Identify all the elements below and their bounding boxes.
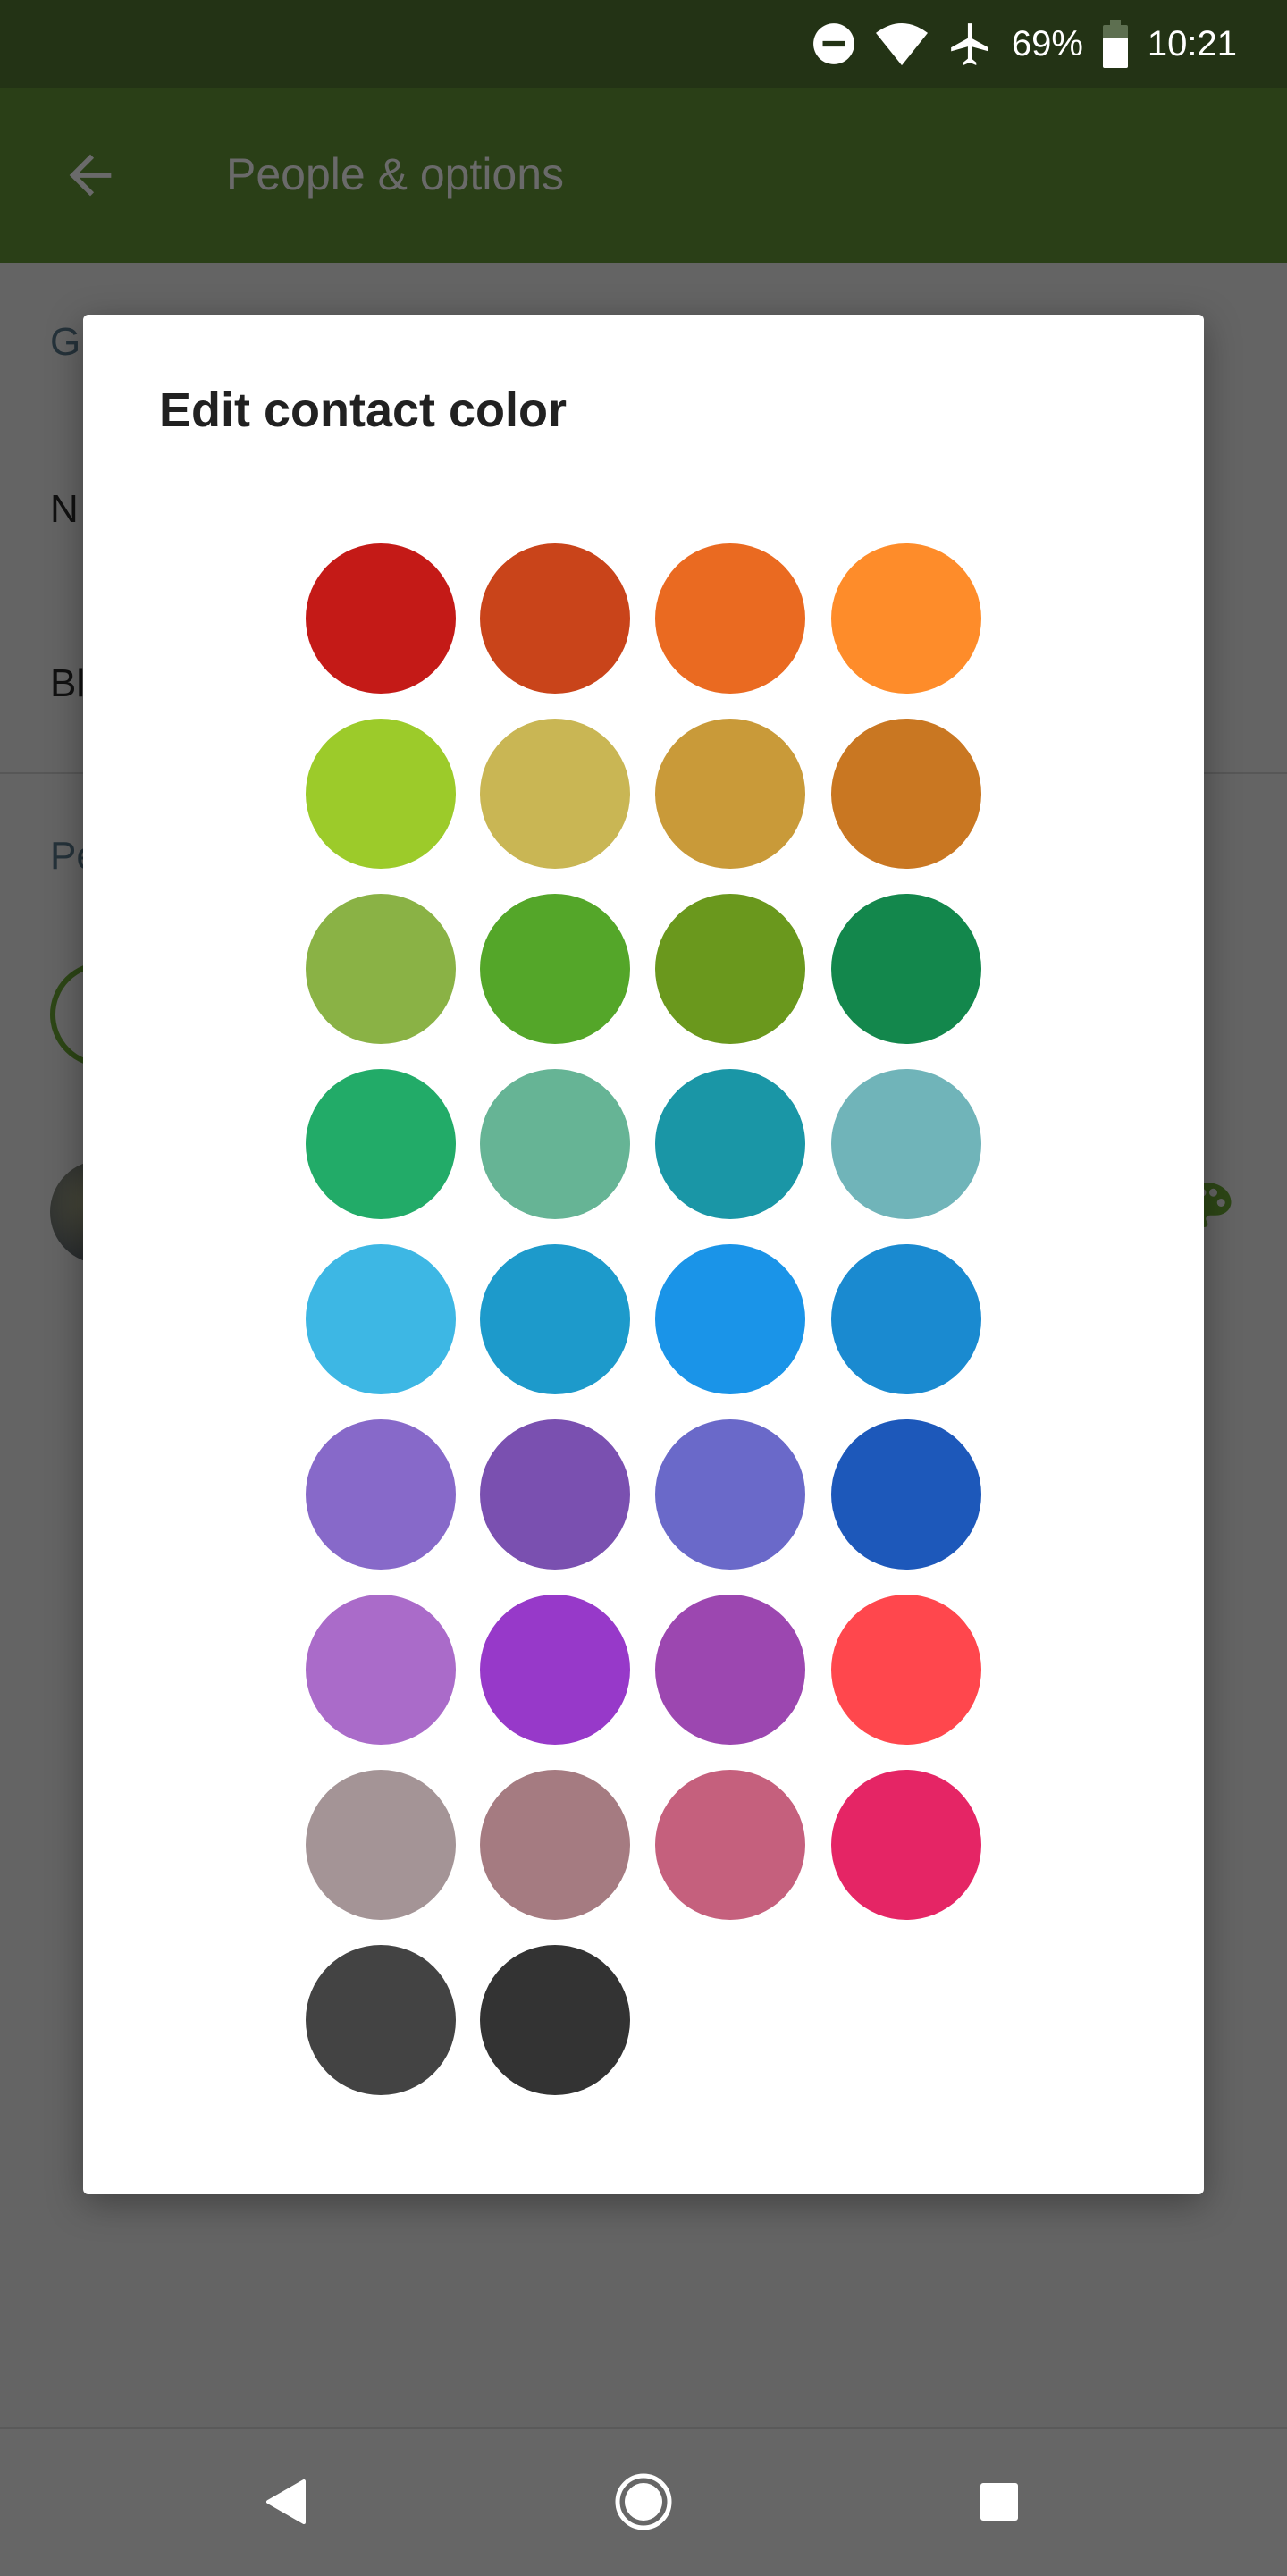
navigation-bar: [0, 2427, 1287, 2576]
setting-item-block: Bl: [50, 661, 86, 705]
color-swatch[interactable]: [480, 1770, 630, 1920]
color-swatch[interactable]: [306, 1244, 456, 1394]
color-swatch[interactable]: [655, 894, 805, 1044]
recents-square-icon: [980, 2483, 1018, 2521]
color-swatch[interactable]: [655, 1770, 805, 1920]
color-swatch[interactable]: [831, 894, 981, 1044]
edit-contact-color-dialog: Edit contact color: [83, 315, 1204, 2194]
color-swatch[interactable]: [655, 1419, 805, 1570]
color-swatch[interactable]: [480, 543, 630, 694]
back-triangle-icon: [266, 2479, 306, 2524]
color-swatch[interactable]: [306, 1419, 456, 1570]
color-swatch[interactable]: [306, 894, 456, 1044]
wifi-icon: [875, 23, 928, 66]
color-swatch[interactable]: [831, 1770, 981, 1920]
color-swatch[interactable]: [480, 1419, 630, 1570]
battery-percent: 69%: [1011, 23, 1083, 63]
color-swatch[interactable]: [306, 1595, 456, 1745]
color-swatch[interactable]: [831, 719, 981, 869]
color-swatch[interactable]: [831, 1069, 981, 1219]
color-swatch[interactable]: [831, 543, 981, 694]
arrow-left-icon[interactable]: [59, 141, 122, 209]
color-swatch[interactable]: [480, 1244, 630, 1394]
color-swatch[interactable]: [480, 1069, 630, 1219]
color-swatch[interactable]: [831, 1244, 981, 1394]
battery-icon: [1102, 20, 1128, 68]
color-swatch[interactable]: [655, 543, 805, 694]
color-swatch[interactable]: [306, 1069, 456, 1219]
dialog-title: Edit contact color: [159, 383, 568, 437]
clock: 10:21: [1147, 23, 1237, 63]
color-swatch[interactable]: [306, 1770, 456, 1920]
color-swatch[interactable]: [831, 1419, 981, 1570]
color-swatch[interactable]: [655, 1244, 805, 1394]
nav-recents-button[interactable]: [962, 2464, 1037, 2539]
color-swatch[interactable]: [831, 1595, 981, 1745]
do-not-disturb-icon: [812, 23, 854, 64]
color-swatch[interactable]: [306, 719, 456, 869]
color-swatch[interactable]: [655, 1595, 805, 1745]
app-bar: People & options: [0, 88, 1287, 263]
color-swatch[interactable]: [480, 1945, 630, 2095]
setting-item-notifications: N: [50, 487, 79, 531]
color-swatch[interactable]: [655, 719, 805, 869]
nav-back-button[interactable]: [248, 2464, 324, 2539]
airplane-icon: [950, 23, 988, 65]
status-bar: 69% 10:21: [0, 0, 1287, 88]
color-swatch[interactable]: [480, 719, 630, 869]
color-swatch[interactable]: [480, 1595, 630, 1745]
color-swatch[interactable]: [306, 1945, 456, 2095]
home-circle-icon: [615, 2473, 672, 2530]
color-swatch[interactable]: [480, 894, 630, 1044]
color-swatch[interactable]: [655, 1069, 805, 1219]
page-title: People & options: [226, 149, 565, 199]
section-header-general: G: [50, 320, 81, 364]
color-swatch[interactable]: [306, 543, 456, 694]
nav-home-button[interactable]: [606, 2464, 681, 2539]
